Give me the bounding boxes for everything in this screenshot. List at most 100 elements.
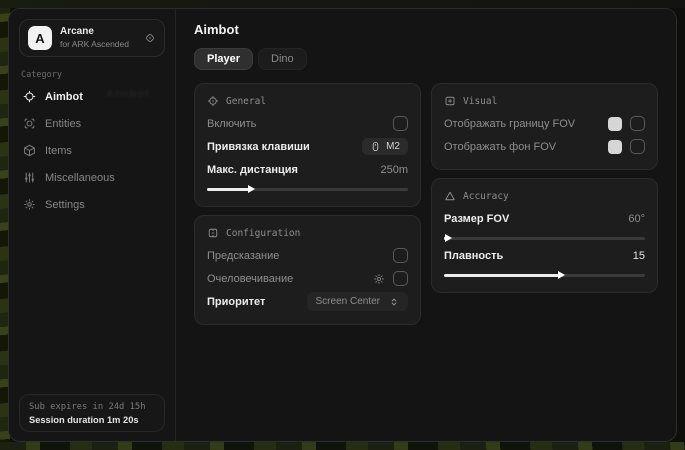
fov-bg-color-swatch[interactable] — [608, 140, 622, 154]
game-backdrop-bottom — [0, 442, 685, 450]
sidebar-item-entities[interactable]: Entities — [19, 110, 165, 137]
panel-title: General — [226, 96, 266, 107]
category-label: Category — [21, 70, 163, 80]
fov-bg-row: Отображать фон FOV — [444, 135, 645, 158]
fov-border-controls — [608, 116, 645, 131]
priority-value: Screen Center — [316, 296, 380, 307]
priority-row: Приоритет Screen Center — [207, 290, 408, 313]
sidebar-item-settings[interactable]: Settings — [19, 191, 165, 218]
sidebar: A Arcane for ARK Ascended Category — [9, 9, 176, 441]
fov-border-color-swatch[interactable] — [608, 117, 622, 131]
panel-accuracy: Accuracy Размер FOV 60° Плавность 15 — [431, 178, 658, 293]
sidebar-item-items[interactable]: Items — [19, 137, 165, 164]
humanization-checkbox[interactable] — [393, 271, 408, 286]
left-column: General Включить Привязка клавиши — [194, 83, 421, 325]
target-pin-icon[interactable] — [144, 32, 156, 44]
right-column: Visual Отображать границу FOV Отображать… — [431, 83, 658, 293]
distance-label: Макс. дистанция — [207, 164, 298, 176]
prediction-row: Предсказание — [207, 244, 408, 267]
distance-row: Макс. дистанция 250m — [207, 158, 408, 181]
sidebar-item-label: Entities — [45, 118, 81, 130]
sidebar-item-label: Settings — [45, 199, 85, 211]
subscription-status-card: Sub expires in 24d 15h Session duration … — [19, 394, 165, 432]
smoothness-row: Плавность 15 — [444, 244, 645, 267]
sliders-icon — [23, 171, 36, 184]
fov-border-row: Отображать границу FOV — [444, 112, 645, 135]
sidebar-nav: Aimbot Entities — [19, 83, 165, 218]
tab-dino[interactable]: Dino — [258, 48, 307, 70]
prediction-label: Предсказание — [207, 250, 279, 262]
enable-label: Включить — [207, 118, 256, 130]
panel-visual: Visual Отображать границу FOV Отображать… — [431, 83, 658, 170]
panel-title: Visual — [463, 96, 497, 107]
keybind-row: Привязка клавиши M2 — [207, 135, 408, 158]
main-content: Aimbot Player Dino — [176, 9, 676, 441]
session-duration-text: Session duration 1m 20s — [29, 415, 155, 425]
fov-size-slider-fill[interactable] — [444, 237, 446, 240]
panel-general-header: General — [207, 95, 408, 107]
fov-bg-controls — [608, 139, 645, 154]
module-icon — [207, 227, 219, 239]
sidebar-item-miscellaneous[interactable]: Miscellaneous — [19, 164, 165, 191]
sub-expires-text: Sub expires in 24d 15h — [29, 402, 155, 412]
page-title: Aimbot — [194, 22, 658, 37]
target-icon — [207, 95, 219, 107]
smoothness-slider[interactable] — [444, 274, 645, 277]
distance-slider[interactable] — [207, 188, 408, 191]
distance-value: 250m — [380, 164, 408, 176]
panel-configuration: Configuration Предсказание Очеловечивани… — [194, 215, 421, 325]
panel-title: Accuracy — [463, 191, 509, 202]
fov-bg-checkbox[interactable] — [630, 139, 645, 154]
tab-player[interactable]: Player — [194, 48, 253, 70]
box-icon — [23, 144, 36, 157]
fov-border-checkbox[interactable] — [630, 116, 645, 131]
panel-accuracy-header: Accuracy — [444, 190, 645, 202]
prediction-checkbox[interactable] — [393, 248, 408, 263]
tab-bar: Player Dino — [194, 48, 658, 70]
smoothness-slider-fill[interactable] — [444, 274, 559, 277]
logo-card: A Arcane for ARK Ascended — [19, 19, 165, 57]
humanization-row: Очеловечивание — [207, 267, 408, 290]
unfold-icon — [389, 297, 399, 307]
enable-checkbox[interactable] — [393, 116, 408, 131]
priority-label: Приоритет — [207, 296, 265, 308]
sidebar-item-label: Miscellaneous — [45, 172, 115, 184]
panel-visual-header: Visual — [444, 95, 645, 107]
sidebar-item-label: Aimbot — [45, 91, 83, 103]
priority-dropdown[interactable]: Screen Center — [307, 292, 408, 311]
fov-border-label: Отображать границу FOV — [444, 118, 575, 130]
keybind-button[interactable]: M2 — [362, 138, 408, 155]
crosshair-icon — [23, 90, 36, 103]
app-subtitle: for ARK Ascended — [60, 39, 129, 50]
screen: A Arcane for ARK Ascended Category — [0, 0, 685, 450]
fov-size-row: Размер FOV 60° — [444, 207, 645, 230]
fov-size-slider[interactable] — [444, 237, 645, 240]
keybind-label: Привязка клавиши — [207, 141, 310, 153]
sidebar-item-label: Items — [45, 145, 72, 157]
mouse-icon — [370, 141, 381, 152]
humanization-settings-gear-icon[interactable] — [373, 273, 385, 285]
fov-bg-label: Отображать фон FOV — [444, 141, 556, 153]
cheat-menu-window: A Arcane for ARK Ascended Category — [8, 8, 677, 442]
app-name: Arcane — [60, 26, 129, 39]
game-backdrop-top — [0, 0, 685, 8]
focus-scan-icon — [23, 117, 36, 130]
panel-title: Configuration — [226, 228, 300, 239]
sidebar-item-aimbot[interactable]: Aimbot — [19, 83, 165, 110]
smoothness-label: Плавность — [444, 250, 503, 262]
smoothness-value: 15 — [633, 250, 645, 262]
humanization-label: Очеловечивание — [207, 273, 293, 285]
panel-configuration-header: Configuration — [207, 227, 408, 239]
keybind-value: M2 — [386, 141, 400, 152]
triangle-icon — [444, 190, 456, 202]
image-icon — [444, 95, 456, 107]
gear-icon — [23, 198, 36, 211]
panel-general: General Включить Привязка клавиши — [194, 83, 421, 207]
enable-row: Включить — [207, 112, 408, 135]
humanization-controls — [373, 271, 408, 286]
distance-slider-fill[interactable] — [207, 188, 249, 191]
fov-size-value: 60° — [628, 213, 645, 225]
panel-grid: General Включить Привязка клавиши — [194, 83, 658, 325]
app-title-block: Arcane for ARK Ascended — [60, 26, 129, 49]
fov-size-label: Размер FOV — [444, 213, 509, 225]
